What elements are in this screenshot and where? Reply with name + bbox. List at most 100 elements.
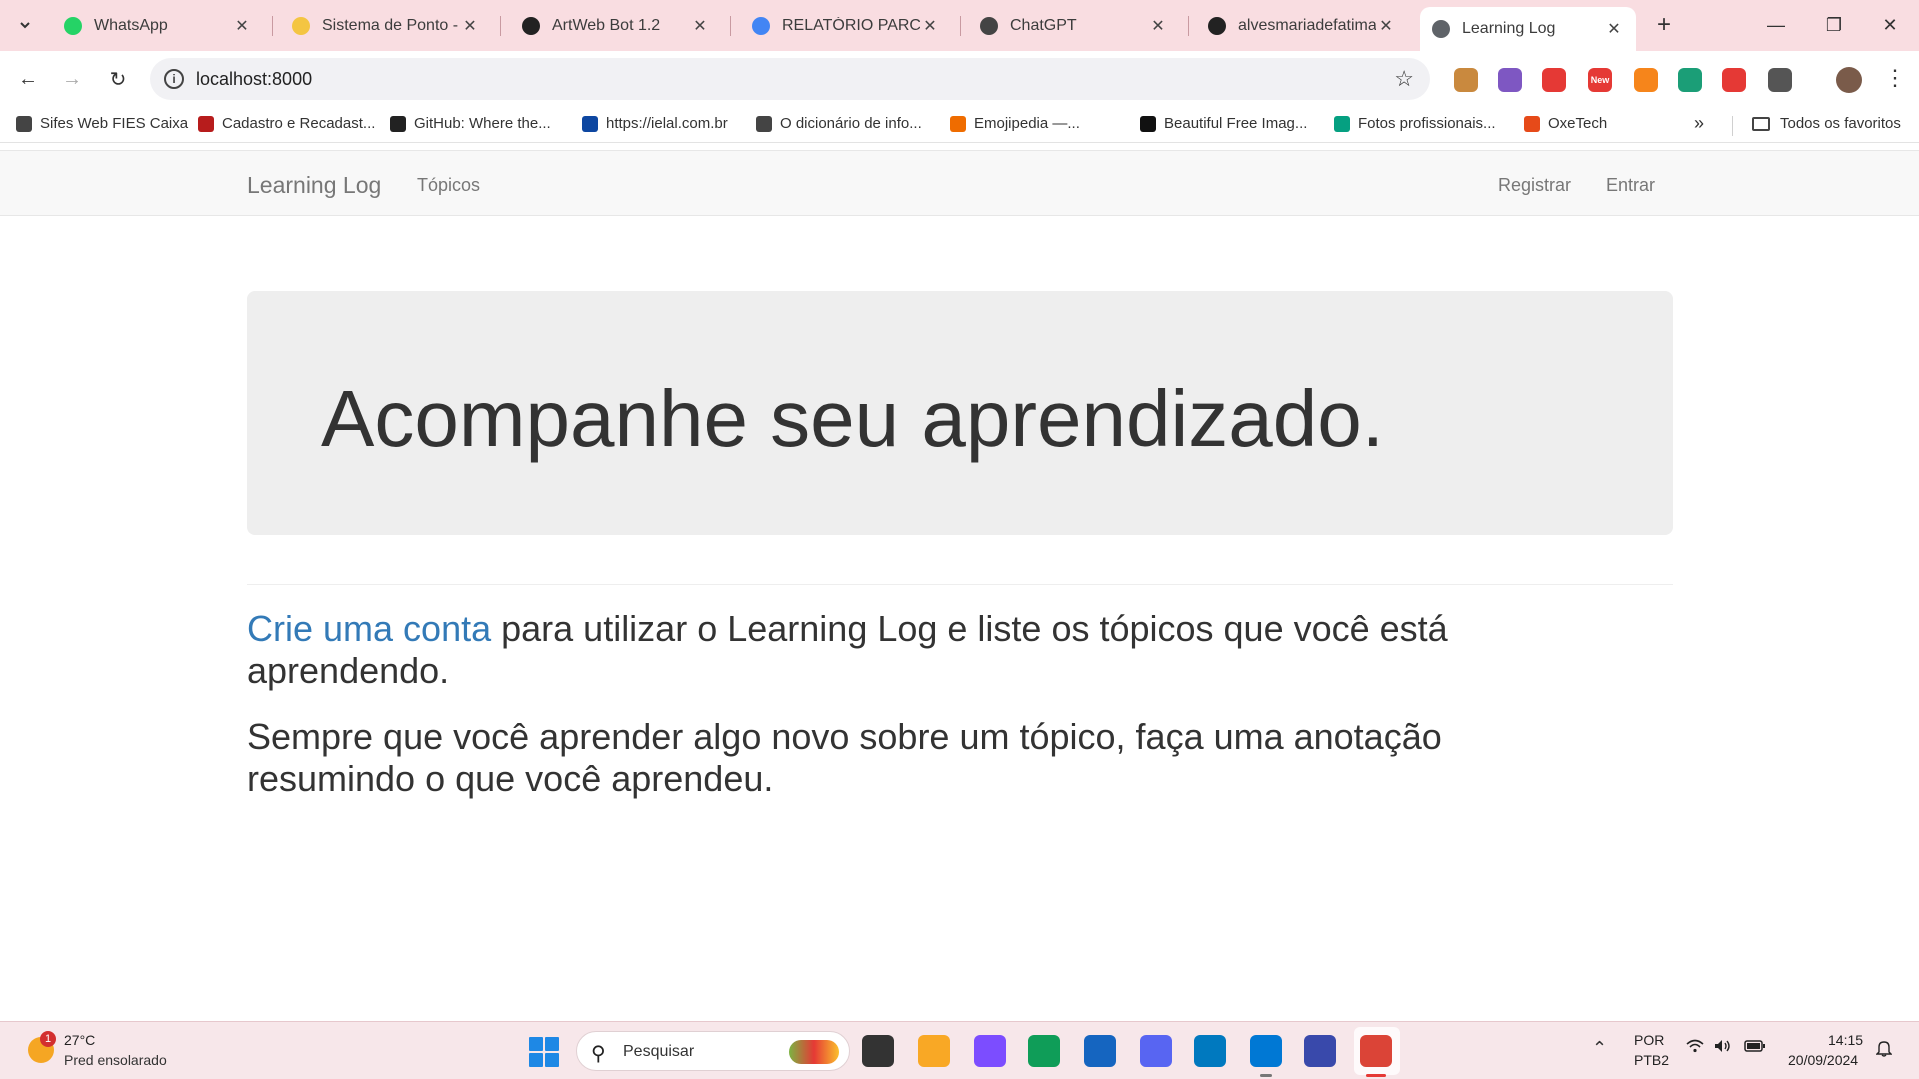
back-arrow-icon[interactable]: ← <box>12 63 44 95</box>
windows-start-icon[interactable] <box>529 1037 559 1067</box>
bookmarks-bar: Sifes Web FIES Caixa Cadastro e Recadast.… <box>0 107 1919 143</box>
edge-icon[interactable] <box>1028 1035 1060 1067</box>
address-bar[interactable]: i localhost:8000 ☆ <box>150 58 1430 100</box>
ielal-icon <box>582 115 598 132</box>
metamask-icon[interactable] <box>1634 68 1658 92</box>
tab-close-icon[interactable]: ✕ <box>690 16 710 36</box>
browser-menu-icon[interactable]: ⋮ <box>1884 65 1906 91</box>
globe-icon <box>16 115 32 132</box>
bookmark-label: https://ielal.com.br <box>606 115 728 132</box>
browser-tab[interactable]: RELATÓRIO PARCIAL✕ <box>740 7 952 45</box>
browser-tab[interactable]: WhatsApp ✕ <box>52 7 264 45</box>
extensions-icon[interactable] <box>1768 68 1792 92</box>
notification-bell-icon[interactable] <box>1875 1039 1893 1062</box>
taskbar-search-placeholder: Pesquisar <box>623 1043 695 1060</box>
tab-separator <box>960 16 961 36</box>
more-bookmarks-icon[interactable]: » <box>1694 113 1704 134</box>
globe-icon <box>756 115 772 132</box>
all-bookmarks-button[interactable]: Todos os favoritos <box>1752 115 1901 132</box>
artweb-icon <box>522 17 540 35</box>
new-badge-icon[interactable]: New <box>1588 68 1612 92</box>
web-page: Learning Log Tópicos Registrar Entrar Ac… <box>0 143 1919 1021</box>
bookmark-label: Beautiful Free Imag... <box>1164 115 1308 132</box>
browser-tab[interactable]: Learning Log ✕ <box>1420 7 1636 51</box>
bookmark-item[interactable]: Emojipedia —... <box>950 115 1080 132</box>
nav-register-link[interactable]: Registrar <box>1498 175 1571 196</box>
chatgpt-icon <box>980 17 998 35</box>
hand-icon <box>292 17 310 35</box>
tab-close-icon[interactable]: ✕ <box>460 16 480 36</box>
bookmark-item[interactable]: https://ielal.com.br <box>582 115 728 132</box>
bookmark-item[interactable]: Cadastro e Recadast... <box>198 115 375 132</box>
file-explorer-icon[interactable] <box>918 1035 950 1067</box>
browser-tab[interactable]: alvesmariadefatima/l ✕ <box>1196 7 1408 45</box>
cookie-icon[interactable] <box>1454 68 1478 92</box>
minimize-button[interactable]: — <box>1756 10 1796 40</box>
discord-icon[interactable] <box>1140 1035 1172 1067</box>
tab-close-icon[interactable]: ✕ <box>1604 19 1624 39</box>
bookmarks-divider <box>1732 116 1733 136</box>
content-divider <box>247 584 1673 585</box>
weather-description[interactable]: Pred ensolarado <box>64 1052 167 1068</box>
puzzle-purple-icon[interactable] <box>1498 68 1522 92</box>
tab-title: Sistema de Ponto - A <box>322 17 460 34</box>
site-navbar: Learning Log Tópicos Registrar Entrar <box>0 150 1919 216</box>
bookmark-star-icon[interactable]: ☆ <box>1394 66 1414 92</box>
weather-temperature[interactable]: 27°C <box>64 1032 95 1048</box>
url-text[interactable]: localhost:8000 <box>196 69 312 90</box>
site-brand-link[interactable]: Learning Log <box>247 172 381 199</box>
tab-close-icon[interactable]: ✕ <box>1376 16 1396 36</box>
nav-topics-link[interactable]: Tópicos <box>417 175 480 196</box>
browser-tab[interactable]: ArtWeb Bot 1.2 ✕ <box>510 7 722 45</box>
bird-icon[interactable] <box>1678 68 1702 92</box>
browser-toolbar: ← → ↻ i localhost:8000 ☆ New ⋮ <box>0 51 1919 107</box>
tab-close-icon[interactable]: ✕ <box>1148 16 1168 36</box>
site-info-icon[interactable]: i <box>164 69 184 89</box>
reload-icon[interactable]: ↻ <box>102 63 134 95</box>
v-icon <box>198 115 214 132</box>
task-view-icon[interactable] <box>862 1035 894 1067</box>
close-window-button[interactable]: ✕ <box>1870 10 1910 40</box>
shield-icon[interactable] <box>1542 68 1566 92</box>
bookmark-label: Cadastro e Recadast... <box>222 115 376 132</box>
taskbar-search-box[interactable]: ⚲ Pesquisar <box>576 1031 850 1071</box>
clock-time[interactable]: 14:15 <box>1828 1032 1863 1048</box>
tray-expand-icon[interactable]: ⌃ <box>1592 1038 1607 1059</box>
restore-button[interactable]: ❐ <box>1814 10 1854 40</box>
copilot-icon[interactable] <box>974 1035 1006 1067</box>
battery-icon[interactable] <box>1744 1039 1766 1058</box>
ms-store-icon[interactable] <box>1084 1035 1116 1067</box>
volume-icon[interactable] <box>1714 1039 1732 1058</box>
jumbotron-heading: Acompanhe seu aprendizado. <box>321 374 1384 463</box>
clock-date[interactable]: 20/09/2024 <box>1788 1052 1858 1068</box>
keyboard-layout[interactable]: PTB2 <box>1634 1052 1669 1068</box>
bookmark-item[interactable]: OxeTech <box>1524 115 1607 132</box>
wifi-icon[interactable] <box>1686 1039 1704 1058</box>
tab-search-chevron-icon[interactable] <box>10 12 40 38</box>
bookmark-item[interactable]: Beautiful Free Imag... <box>1140 115 1307 132</box>
create-account-link[interactable]: Crie uma conta <box>247 608 491 649</box>
tab-separator <box>500 16 501 36</box>
tab-close-icon[interactable]: ✕ <box>920 16 940 36</box>
new-tab-button[interactable]: + <box>1650 11 1678 38</box>
search-highlight-icon <box>789 1040 839 1064</box>
keyboard-language[interactable]: POR <box>1634 1032 1664 1048</box>
bookmark-item[interactable]: Fotos profissionais... <box>1334 115 1496 132</box>
tab-close-icon[interactable]: ✕ <box>232 16 252 36</box>
forward-arrow-icon[interactable]: → <box>56 63 88 95</box>
profile-avatar[interactable] <box>1836 67 1862 93</box>
bookmark-item[interactable]: Sifes Web FIES Caixa <box>16 115 188 132</box>
emojipedia-icon <box>950 115 966 132</box>
vscode-icon[interactable] <box>1250 1035 1282 1067</box>
bookmark-item[interactable]: GitHub: Where the... <box>390 115 551 132</box>
browser-tab[interactable]: Sistema de Ponto - A ✕ <box>280 7 492 45</box>
chrome-icon[interactable] <box>1360 1035 1392 1067</box>
search-icon: ⚲ <box>591 1043 606 1065</box>
opera-icon[interactable] <box>1722 68 1746 92</box>
trello-icon[interactable] <box>1194 1035 1226 1067</box>
bookmark-item[interactable]: O dicionário de info... <box>756 115 922 132</box>
nav-login-link[interactable]: Entrar <box>1606 175 1655 196</box>
browser-tab[interactable]: ChatGPT ✕ <box>968 7 1180 45</box>
oxetech-icon <box>1524 115 1540 132</box>
app-blue-icon[interactable] <box>1304 1035 1336 1067</box>
